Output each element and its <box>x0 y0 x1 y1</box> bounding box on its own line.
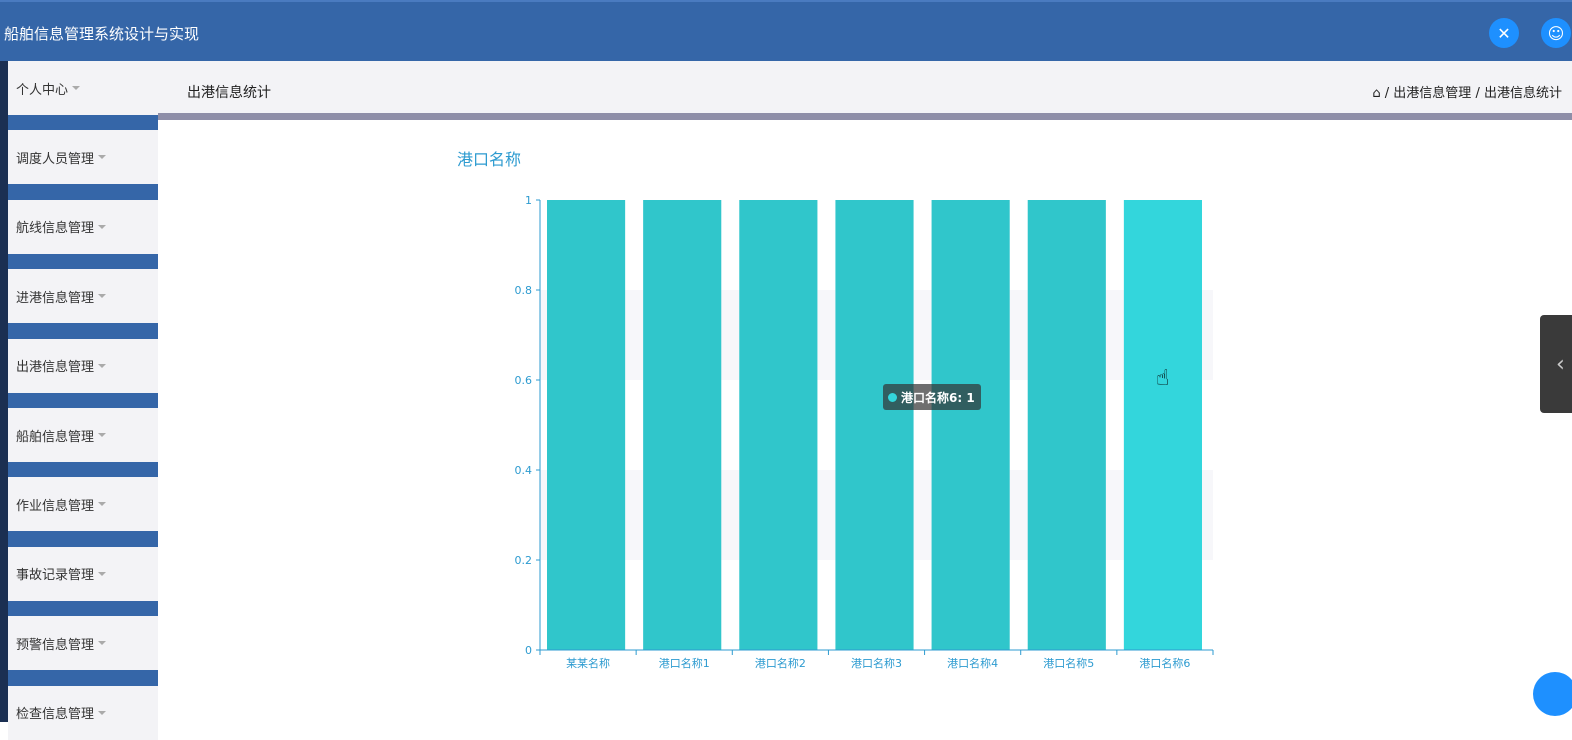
y-tick-label: 0.6 <box>515 374 533 387</box>
chart-tooltip: 港口名称6: 1 <box>883 384 981 410</box>
x-tick-label: 港口名称6 <box>1139 656 1190 670</box>
floating-action-button[interactable] <box>1533 672 1572 716</box>
x-tick-label: 港口名称3 <box>851 656 902 670</box>
bar <box>1123 200 1202 650</box>
x-tick-label: 某某名称 <box>566 656 610 670</box>
x-tick-label: 港口名称5 <box>1043 656 1094 670</box>
side-panel-toggle[interactable]: ‹ <box>1540 315 1572 413</box>
bar <box>643 200 722 650</box>
y-tick-label: 0.4 <box>515 464 533 477</box>
bar <box>739 200 818 650</box>
y-tick-label: 0 <box>525 644 532 657</box>
x-tick-label: 港口名称1 <box>659 656 710 670</box>
y-tick-label: 0.8 <box>515 284 533 297</box>
y-tick-label: 0.2 <box>515 554 533 567</box>
bar <box>931 200 1010 650</box>
y-tick-label: 1 <box>525 194 532 207</box>
series-dot-icon <box>888 392 897 402</box>
x-tick-label: 港口名称2 <box>755 656 806 670</box>
bar <box>1027 200 1106 650</box>
bar <box>547 200 626 650</box>
hand-cursor-icon: ☝ <box>1156 366 1170 391</box>
bar <box>835 200 914 650</box>
x-tick-label: 港口名称4 <box>947 656 998 670</box>
bar-chart: 0 0.2 0.4 0.6 0.8 1 某某名称 港口名称1 港口名称2 港口名称3 港口名称4 港口… <box>515 194 1214 670</box>
